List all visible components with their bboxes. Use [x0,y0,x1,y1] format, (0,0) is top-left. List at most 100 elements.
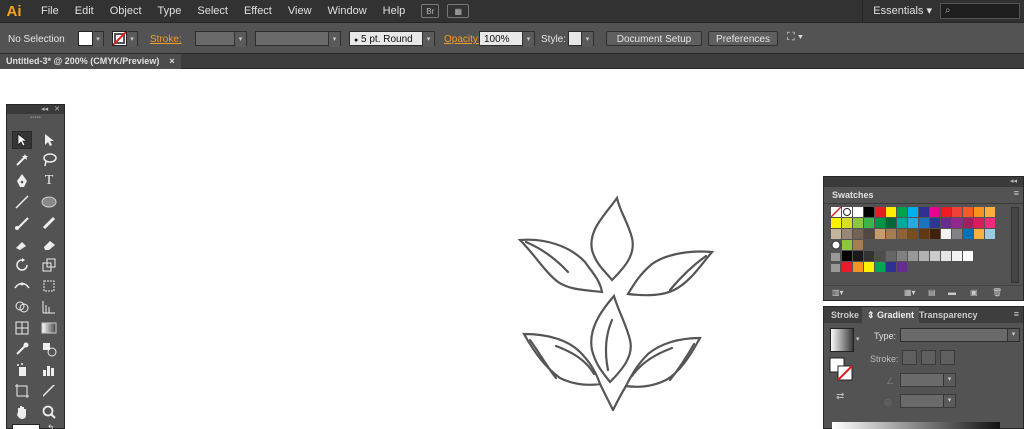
panel-menu-icon[interactable]: ≡ [1014,188,1019,198]
panel-menu-icon[interactable]: ≡ [1014,309,1019,319]
workspace-switcher[interactable]: Essentials ▾ [862,0,932,22]
lasso-tool-icon[interactable] [39,151,59,169]
variable-width-profile[interactable]: ▾ [255,31,341,47]
line-segment-tool-icon[interactable] [12,193,32,211]
close-tab-icon[interactable]: × [169,54,174,69]
stroke-label[interactable]: Stroke: [150,31,182,48]
gradient-tool-icon[interactable] [39,319,59,337]
slice-tool-icon[interactable] [39,382,59,400]
eyedropper-tool-icon[interactable] [12,340,32,358]
menu-effect[interactable]: Effect [236,0,280,22]
stroke-gradient-along-button[interactable] [921,350,936,365]
menu-type[interactable]: Type [150,0,190,22]
type-tool-icon[interactable]: T [39,172,59,190]
collapse-icon[interactable]: ◂◂ [1010,177,1017,187]
tab-transparency[interactable]: Transparency [914,307,983,323]
gradient-panel: Stroke ⇕ Gradient Transparency ≡ ▾ Type:… [823,306,1024,429]
rotate-tool-icon[interactable] [12,256,32,274]
free-transform-tool-icon[interactable] [39,277,59,295]
swatches-panel: ◂◂ Swatches ≡ ▥▾ ▦▾ ▤ ▬ ▣ 🗑 [823,176,1024,301]
menu-help[interactable]: Help [375,0,414,22]
document-tab[interactable]: Untitled-3* @ 200% (CMYK/Preview) × [0,54,181,69]
hand-tool-icon[interactable] [12,403,32,421]
menu-view[interactable]: View [280,0,320,22]
preferences-button[interactable]: Preferences [708,31,778,46]
eraser-tool-icon[interactable] [39,235,59,253]
fill-stroke-indicator[interactable] [829,357,855,383]
opacity-label[interactable]: Opacity: [444,31,481,48]
stroke-weight-field[interactable]: ▾ [195,31,247,47]
artboard-tool-icon[interactable] [12,382,32,400]
menu-select[interactable]: Select [189,0,236,22]
symbol-sprayer-tool-icon[interactable] [12,361,32,379]
graphic-style-picker[interactable]: ▾ [568,31,594,47]
panel-grip[interactable]: ▪▪▪▪▪ [7,114,64,122]
gradient-angle-field[interactable]: ▾ [900,373,956,387]
arrange-documents-icon[interactable]: ▦ [447,4,470,18]
swap-colors-icon[interactable]: ↰ [47,423,55,429]
gradient-slider[interactable] [832,422,1000,429]
brush-dot-icon: ● [354,37,359,44]
fill-swatch[interactable] [78,31,93,48]
opacity-field[interactable]: 100% ▾ [479,31,535,47]
top-petal [590,195,634,282]
tab-swatches[interactable]: Swatches [826,187,880,203]
swatch-libraries-icon[interactable]: ▥▾ [832,288,844,297]
gradient-thumbnail[interactable] [830,328,854,352]
scale-tool-icon[interactable] [39,256,59,274]
new-color-group-icon[interactable]: ▬ [948,288,956,297]
pencil-tool-icon[interactable] [39,214,59,232]
tab-stroke[interactable]: Stroke [826,307,864,323]
menu-edit[interactable]: Edit [67,0,102,22]
gradient-thumbnail-dropdown-icon[interactable]: ▾ [856,335,860,343]
pen-tool-icon[interactable] [12,172,32,190]
paintbrush-tool-icon[interactable] [12,214,32,232]
menu-bar: Ai File Edit Object Type Select Effect V… [0,0,1024,22]
direct-selection-tool-icon[interactable] [39,131,59,149]
swatch-grid[interactable] [831,207,1011,282]
collapse-icon[interactable]: ◂◂ [41,105,48,114]
shape-builder-tool-icon[interactable] [12,298,32,316]
document-setup-button[interactable]: Document Setup [606,31,702,46]
close-panel-icon[interactable]: ✕ [54,105,60,114]
swatch-options-icon[interactable]: ▤ [928,288,936,297]
reverse-gradient-icon[interactable]: ⇄ [836,391,844,402]
blend-tool-icon[interactable] [39,340,59,358]
mesh-tool-icon[interactable] [12,319,32,337]
fill-dropdown[interactable]: ▾ [93,31,104,47]
column-graph-tool-icon[interactable] [39,361,59,379]
fill-color-box[interactable] [12,424,40,429]
brush-definition[interactable]: ● 5 pt. Round ▾ [349,31,435,47]
menu-object[interactable]: Object [102,0,150,22]
bridge-button[interactable]: Br [421,4,440,18]
menu-file[interactable]: File [33,0,67,22]
stroke-gradient-within-button[interactable] [902,350,917,365]
selection-tool-icon[interactable] [12,131,32,149]
swatches-footer: ▥▾ ▦▾ ▤ ▬ ▣ 🗑 [824,285,1023,300]
arrange-menu-icon[interactable]: ⛶ ▾ [787,31,803,48]
blob-brush-tool-icon[interactable] [12,235,32,253]
perspective-grid-tool-icon[interactable] [39,298,59,316]
tools-panel: ◂◂ ✕ ▪▪▪▪▪ T ↰ [6,104,65,429]
new-swatch-icon[interactable]: ▣ [970,288,978,297]
magic-wand-tool-icon[interactable] [12,151,32,169]
style-label: Style: [541,34,567,45]
swatches-scrollbar[interactable] [1011,207,1019,283]
delete-swatch-icon[interactable]: 🗑 [992,288,1002,297]
search-input[interactable]: ⌕ [940,3,1020,19]
stroke-dropdown[interactable]: ▾ [127,31,138,47]
zoom-tool-icon[interactable] [39,403,59,421]
show-swatch-kinds-icon[interactable]: ▦▾ [904,288,916,297]
aspect-ratio-icon: ◎ [884,397,892,407]
gradient-type-select[interactable]: ▾ [900,328,1020,342]
gradient-panel-tabs: Stroke ⇕ Gradient Transparency ≡ [824,307,1023,323]
angle-icon: ∠ [886,376,895,386]
stroke-swatch[interactable] [112,31,127,48]
stroke-gradient-across-button[interactable] [940,350,955,365]
gradient-aspect-ratio-field[interactable]: ▾ [900,394,956,408]
stem-right [611,384,628,412]
tab-gradient[interactable]: ⇕ Gradient [862,307,920,323]
ellipse-tool-icon[interactable] [39,193,59,211]
width-tool-icon[interactable] [12,277,32,295]
menu-window[interactable]: Window [320,0,375,22]
